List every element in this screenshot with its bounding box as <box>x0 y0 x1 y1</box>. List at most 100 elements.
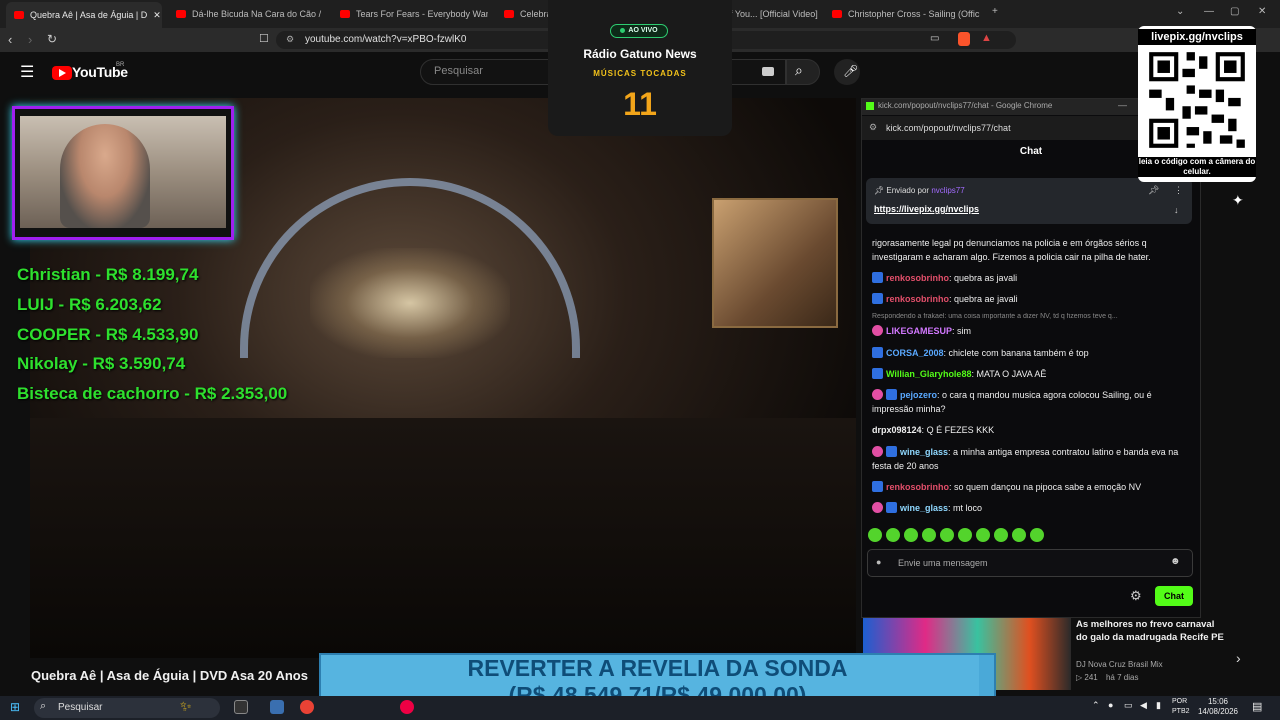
tab-4[interactable]: Celebrati <box>496 4 548 24</box>
battery-icon[interactable]: ▮ <box>1156 700 1161 711</box>
subscriber-badge-icon <box>872 502 883 513</box>
emote-icon[interactable] <box>958 528 972 542</box>
brave-shield-icon[interactable] <box>958 32 970 46</box>
language-indicator[interactable]: POR PTB2 <box>1172 697 1194 717</box>
emote-icon[interactable] <box>994 528 1008 542</box>
recommended-channel[interactable]: DJ Nova Cruz Brasil Mix <box>1076 660 1163 669</box>
notifications-icon[interactable]: ▤ <box>1252 700 1262 713</box>
chat-text: quebra as javali <box>954 273 1018 283</box>
chat-message: rigorasamente legal pq denunciamos na po… <box>872 236 1190 264</box>
emote-icon[interactable] <box>940 528 954 542</box>
chat-username[interactable]: wine_glass <box>900 503 948 513</box>
chat-username[interactable]: renkosobrinho <box>886 273 949 283</box>
chat-username[interactable]: wine_glass <box>900 447 948 457</box>
chat-username[interactable]: renkosobrinho <box>886 482 949 492</box>
youtube-favicon-icon <box>340 10 350 18</box>
verified-badge-icon <box>872 481 883 492</box>
taskbar-search-icon: ⌕ <box>40 700 47 712</box>
chat-minimize-icon[interactable]: — <box>1118 100 1127 110</box>
tab-search-icon[interactable]: ⌄ <box>1176 6 1184 17</box>
video-title: Quebra Aê | Asa de Águia | DVD Asa 20 An… <box>31 668 308 683</box>
verified-badge-icon <box>872 272 883 283</box>
tab-close-icon[interactable]: ✕ <box>153 10 161 21</box>
pinned-link[interactable]: https://livepix.gg/nvclips <box>874 204 979 214</box>
chrome-alt-icon[interactable] <box>270 700 284 714</box>
reply-context: Respondendo a frakael: uma coisa importa… <box>872 313 1118 320</box>
reload-icon[interactable]: ↻ <box>47 32 57 46</box>
views-icon: ▷ <box>1076 673 1083 682</box>
emote-icon[interactable] <box>922 528 936 542</box>
stage-arc <box>240 178 580 358</box>
maximize-icon[interactable]: ▢ <box>1230 6 1239 17</box>
site-info-icon[interactable]: ⚙ <box>286 34 294 45</box>
terminal-icon[interactable] <box>234 700 248 714</box>
qr-title: livepix.gg/nvclips <box>1138 29 1256 45</box>
chrome-icon[interactable] <box>300 700 314 714</box>
emoji-picker-icon[interactable]: ☻ <box>1170 556 1181 567</box>
recommended-views: 241 <box>1084 673 1098 682</box>
expand-icon[interactable]: ↓ <box>1174 205 1179 215</box>
chat-send-button[interactable]: Chat <box>1155 586 1193 606</box>
next-recommendation-icon[interactable]: › <box>1236 650 1241 666</box>
windows-start-icon[interactable]: ⊞ <box>10 700 20 714</box>
more-options-icon[interactable]: ⋮ <box>1174 185 1183 196</box>
tab-active[interactable]: Quebra Aê | Asa de Águia | D ✕ <box>6 2 162 28</box>
menu-icon[interactable]: ☰ <box>20 62 34 82</box>
cast-icon[interactable]: ▭ <box>930 33 939 44</box>
forward-icon[interactable]: › <box>28 32 32 47</box>
chat-username[interactable]: drpx098124 <box>872 425 922 435</box>
youtube-favicon-icon <box>176 10 186 18</box>
emote-icon[interactable] <box>886 528 900 542</box>
region-code: BR <box>116 62 125 68</box>
chat-status-icon: ● <box>876 557 882 567</box>
emote-icon[interactable] <box>904 528 918 542</box>
unpin-icon[interactable]: 📌︎ <box>1148 185 1159 196</box>
recommended-title[interactable]: As melhores no frevo carnaval do galo da… <box>1076 618 1226 644</box>
chat-username[interactable]: Willian_Glaryhole88 <box>886 369 971 379</box>
emote-icon[interactable] <box>1030 528 1044 542</box>
emote-icon[interactable] <box>976 528 990 542</box>
verified-badge-icon <box>872 347 883 358</box>
chat-username[interactable]: LIKEGAMESUP <box>886 326 952 336</box>
chat-text: chiclete com banana também é top <box>948 348 1089 358</box>
tab-3[interactable]: Tears For Fears - Everybody Wants To <box>332 4 488 24</box>
chat-text: rigorasamente legal pq denunciamos na po… <box>872 238 1151 262</box>
chat-input-placeholder: Envie uma mensagem <box>898 558 988 568</box>
crowd <box>30 418 856 658</box>
search-button[interactable] <box>786 59 820 85</box>
bookmark-icon[interactable]: ☐ <box>259 32 269 45</box>
tray-expand-icon[interactable]: ⌃ <box>1092 700 1100 711</box>
chat-username[interactable]: pejozero <box>900 390 937 400</box>
pinned-user[interactable]: nvclips77 <box>931 186 964 195</box>
tab-5[interactable]: f You... [Official Video] <box>722 4 822 24</box>
volume-icon[interactable]: ◀ <box>1140 700 1147 711</box>
app-icon[interactable] <box>400 700 414 714</box>
tab-2[interactable]: Dá-lhe Bicuda Na Cara do Cão / C <box>168 4 324 24</box>
chat-username[interactable]: renkosobrinho <box>886 294 949 304</box>
emote-icon[interactable] <box>1012 528 1026 542</box>
chat-message: drpx098124: Q É FEZES KKK <box>872 423 1190 437</box>
mic-tray-icon[interactable]: ● <box>1108 700 1113 710</box>
taskbar-clock[interactable]: 15:06 14/08/2026 <box>1196 697 1240 717</box>
back-icon[interactable]: ‹ <box>8 32 12 47</box>
minimize-icon[interactable]: — <box>1204 6 1214 17</box>
youtube-favicon-icon <box>832 10 842 18</box>
chat-message: CORSA_2008: chiclete com banana também é… <box>872 346 1190 360</box>
chat-site-info-icon[interactable]: ⚙ <box>869 122 877 133</box>
emote-icon[interactable] <box>868 528 882 542</box>
chat-message: wine_glass: mt loco <box>872 501 1190 515</box>
keyboard-icon[interactable] <box>762 67 774 76</box>
tab-6[interactable]: Christopher Cross - Sailing (Official M <box>824 4 980 24</box>
microphone-icon: 🎤︎ <box>843 64 859 78</box>
kick-logo-icon <box>866 102 874 110</box>
recommended-meta: ▷ 241 há 7 dias <box>1076 673 1138 682</box>
chat-username[interactable]: CORSA_2008 <box>886 348 944 358</box>
qr-caption: leia o código com a câmera do celular. <box>1138 157 1256 177</box>
rewards-icon[interactable]: ▲ <box>981 32 992 44</box>
streamer-avatar <box>60 124 150 228</box>
chat-settings-icon[interactable]: ⚙ <box>1130 588 1142 604</box>
network-icon[interactable]: ▭ <box>1124 700 1133 711</box>
new-tab-icon[interactable]: + <box>992 6 998 17</box>
close-window-icon[interactable]: ✕ <box>1258 6 1266 17</box>
tab-title: Celebrati <box>520 9 548 19</box>
